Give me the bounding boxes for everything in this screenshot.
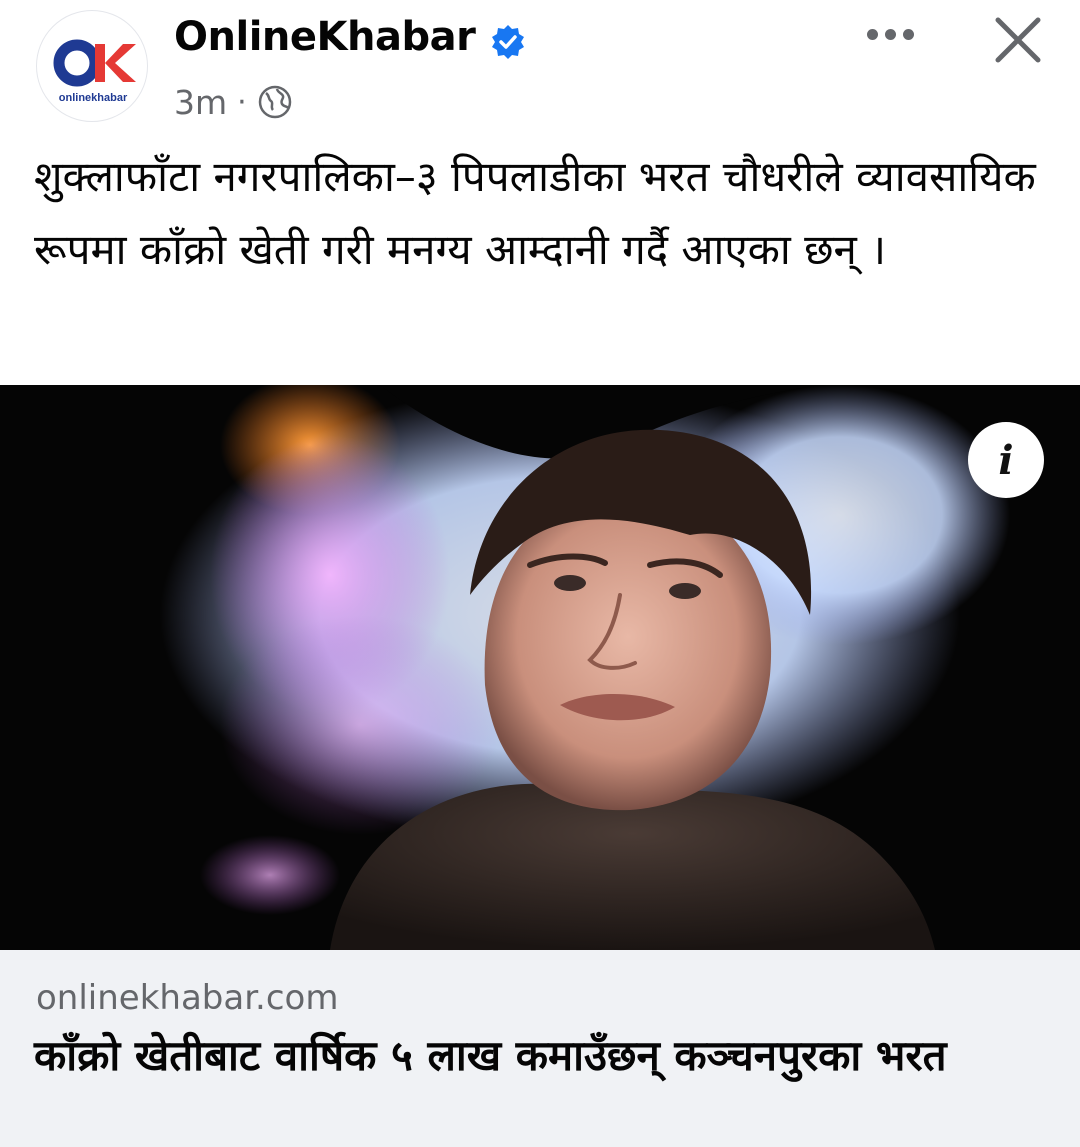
post-meta: 3m · — [174, 80, 293, 124]
page-avatar[interactable]: onlinekhabar — [36, 10, 148, 122]
more-options-button[interactable] — [860, 16, 920, 52]
post-text: शुक्लाफाँटा नगरपालिका–३ पिपलाडीका भरत चौ… — [34, 152, 1036, 274]
post-timestamp[interactable]: 3m — [174, 83, 227, 122]
more-dot — [884, 28, 896, 40]
more-dot — [902, 28, 914, 40]
info-icon[interactable]: i — [968, 422, 1044, 498]
avatar-logo-text: onlinekhabar — [59, 92, 128, 104]
link-title[interactable]: काँक्रो खेतीबाट वार्षिक ५ लाख कमाउँछन् क… — [34, 1022, 1044, 1090]
link-domain: onlinekhabar.com — [36, 978, 339, 1018]
more-dot — [866, 28, 878, 40]
onlinekhabar-logo: onlinekhabar — [53, 39, 136, 104]
post-image[interactable] — [0, 385, 1080, 950]
meta-separator: · — [237, 84, 247, 120]
close-icon[interactable] — [988, 10, 1048, 70]
verified-badge-icon — [492, 25, 524, 59]
page-name[interactable]: OnlineKhabar — [174, 14, 476, 60]
post-header: onlinekhabar OnlineKhabar 3m · — [0, 0, 1080, 135]
globe-icon — [258, 85, 291, 119]
portrait-photo — [0, 385, 1080, 950]
